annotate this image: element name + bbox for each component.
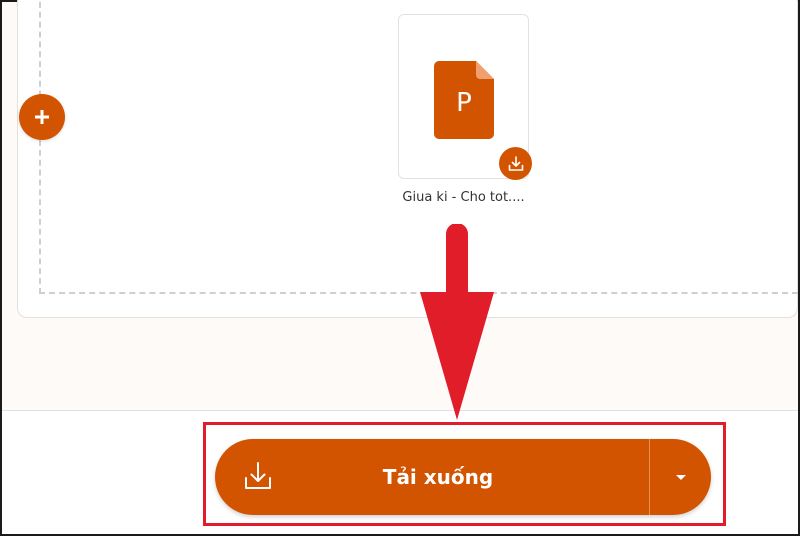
caret-down-icon xyxy=(675,475,686,480)
powerpoint-file-icon: P xyxy=(434,61,494,139)
download-icon xyxy=(245,462,271,489)
upload-panel: P Giua ki - Cho tot.... xyxy=(2,0,798,410)
file-thumbnail-card[interactable]: P xyxy=(398,14,532,180)
download-options-dropdown[interactable] xyxy=(650,439,711,515)
file-type-letter: P xyxy=(456,88,472,118)
download-button[interactable]: Tải xuống xyxy=(215,439,649,515)
add-file-button[interactable] xyxy=(19,94,65,140)
file-name-label: Giua ki - Cho tot.... xyxy=(402,190,525,205)
download-button-label: Tải xuống xyxy=(382,465,494,489)
download-button-group: Tải xuống xyxy=(215,439,711,515)
divider xyxy=(2,410,798,411)
annotation-arrow xyxy=(420,224,494,420)
download-icon xyxy=(508,155,523,171)
file-download-button[interactable] xyxy=(499,147,532,180)
plus-icon xyxy=(35,110,49,124)
